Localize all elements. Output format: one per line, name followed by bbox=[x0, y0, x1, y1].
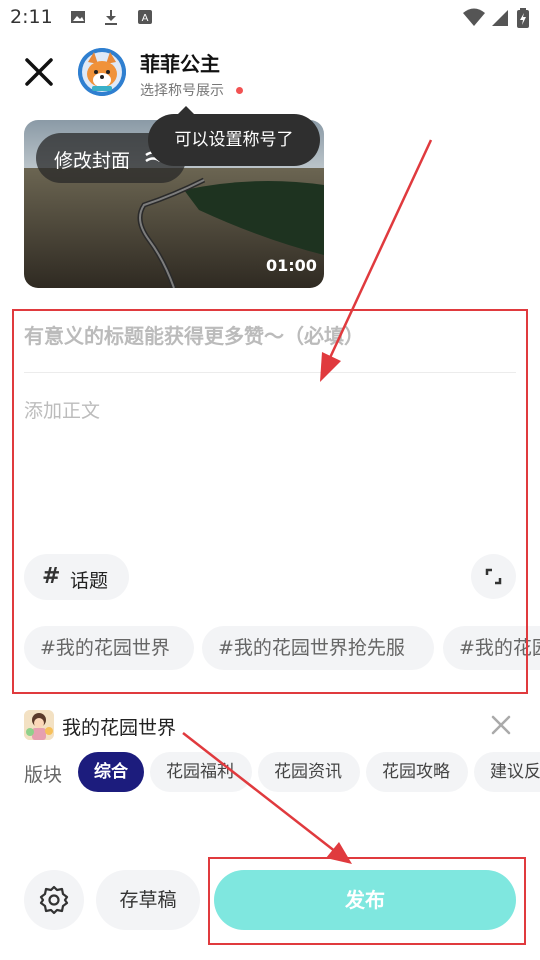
board-tab-news[interactable]: 花园资讯 bbox=[258, 752, 360, 792]
close-icon[interactable] bbox=[22, 52, 58, 92]
status-time: 2:11 bbox=[10, 6, 53, 28]
image-notification-icon bbox=[71, 11, 85, 23]
svg-text:A: A bbox=[142, 13, 149, 24]
signal-icon bbox=[492, 10, 508, 26]
battery-charging-icon bbox=[517, 8, 529, 28]
video-duration: 01:00 bbox=[266, 256, 317, 275]
annotation-box-publish bbox=[208, 857, 526, 945]
username: 菲菲公主 bbox=[140, 52, 220, 76]
board-label: 版块 bbox=[24, 764, 63, 786]
edit-cover-label: 修改封面 bbox=[54, 150, 131, 172]
annotation-arrow-line bbox=[182, 732, 337, 853]
remove-game-icon[interactable] bbox=[488, 712, 514, 738]
board-tab-feedback[interactable]: 建议反 bbox=[474, 752, 540, 792]
gear-icon bbox=[39, 885, 69, 915]
settings-button[interactable] bbox=[24, 870, 84, 930]
select-title-link[interactable]: 选择称号展示 bbox=[140, 80, 224, 100]
board-tab-welfare[interactable]: 花园福利 bbox=[150, 752, 252, 792]
game-name: 我的花园世界 bbox=[62, 717, 177, 739]
save-draft-button[interactable]: 存草稿 bbox=[96, 870, 200, 930]
game-icon bbox=[24, 710, 54, 740]
board-tab-general[interactable]: 综合 bbox=[78, 752, 144, 792]
avatar[interactable] bbox=[78, 48, 126, 96]
board-tab-guide[interactable]: 花园攻略 bbox=[366, 752, 468, 792]
annotation-box-editor bbox=[12, 309, 528, 694]
title-tooltip: 可以设置称号了 bbox=[148, 114, 320, 166]
download-notification-icon bbox=[105, 10, 117, 25]
app-notification-icon: A bbox=[138, 10, 152, 24]
wifi-icon bbox=[463, 8, 485, 26]
new-indicator-dot bbox=[236, 87, 243, 94]
